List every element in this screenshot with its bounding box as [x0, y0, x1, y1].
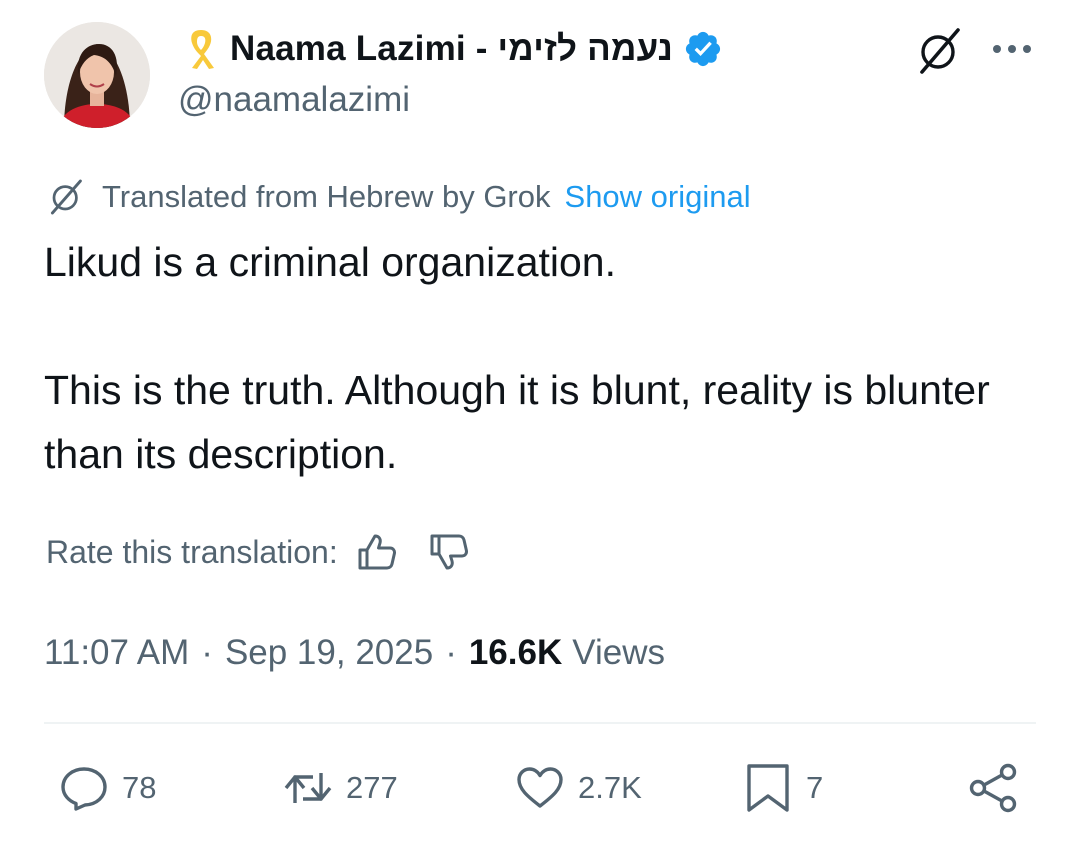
like-count: 2.7K — [578, 770, 642, 805]
share-button[interactable] — [968, 760, 1020, 816]
repost-icon — [284, 773, 332, 803]
bookmark-icon — [747, 764, 789, 812]
avatar-image — [44, 22, 150, 128]
views-label[interactable]: Views — [572, 633, 665, 673]
tweet-date[interactable]: Sep 19, 2025 — [225, 633, 433, 673]
thumbs-down-icon[interactable] — [428, 531, 470, 573]
repost-button[interactable]: 277 — [282, 760, 398, 816]
meta-separator: · — [445, 633, 457, 672]
tweet-meta: 11:07 AM · Sep 19, 2025 · 16.6K Views — [44, 628, 665, 678]
translation-notice-text: Translated from Hebrew by Grok — [102, 179, 551, 214]
display-name[interactable]: Naama Lazimi - נעמה לזימי — [230, 29, 673, 69]
bookmark-count: 7 — [806, 770, 824, 805]
reply-button[interactable]: 78 — [58, 760, 156, 816]
bookmark-button[interactable]: 7 — [742, 760, 823, 816]
tweet-paragraph: This is the truth. Although it is blunt,… — [44, 367, 990, 477]
verified-badge-icon[interactable] — [683, 29, 723, 69]
reply-icon — [61, 767, 107, 811]
rate-translation: Rate this translation: — [46, 526, 470, 578]
yellow-ribbon-icon — [182, 27, 220, 71]
grok-icon[interactable] — [914, 26, 964, 76]
tweet-text: Likud is a criminal organization. This i… — [44, 230, 1024, 486]
share-icon — [969, 763, 1017, 813]
more-icon[interactable] — [990, 32, 1034, 66]
rate-translation-label: Rate this translation: — [46, 533, 338, 570]
tweet-time[interactable]: 11:07 AM — [44, 633, 189, 673]
thumbs-up-icon[interactable] — [356, 531, 398, 573]
show-original-link[interactable]: Show original — [565, 179, 751, 215]
avatar[interactable] — [44, 22, 150, 128]
author-handle[interactable]: @naamalazimi — [178, 80, 410, 120]
translation-notice: Translated from Hebrew by Grok Show orig… — [46, 174, 751, 220]
meta-separator: · — [201, 633, 213, 672]
divider — [44, 722, 1036, 724]
reply-count: 78 — [122, 770, 157, 805]
like-button[interactable]: 2.7K — [514, 760, 642, 816]
views-count[interactable]: 16.6K — [469, 633, 562, 673]
repost-count: 277 — [346, 770, 398, 805]
tweet-paragraph: Likud is a criminal organization. — [44, 239, 616, 285]
grok-icon — [50, 179, 82, 215]
author-name-row[interactable]: Naama Lazimi - נעמה לזימי — [182, 24, 723, 74]
heart-icon — [517, 767, 563, 808]
